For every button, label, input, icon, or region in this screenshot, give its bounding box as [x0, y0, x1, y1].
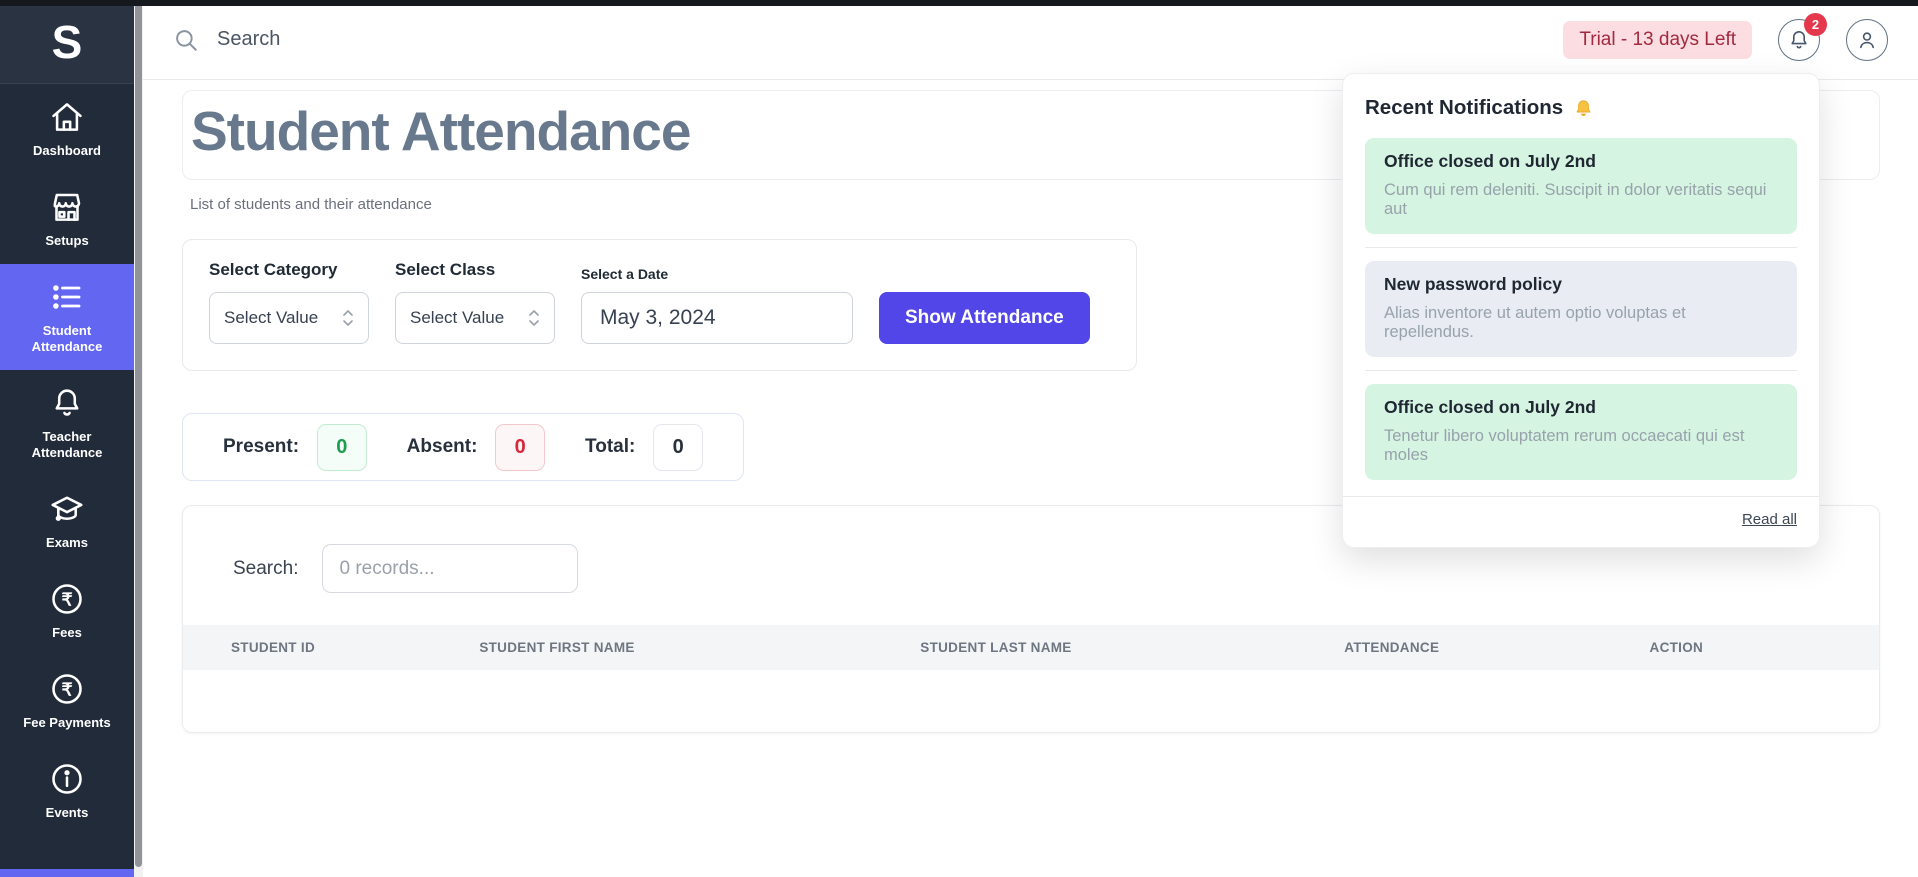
divider — [1365, 247, 1797, 248]
gold-bell-icon — [1576, 99, 1591, 116]
sidebar: S Dashboard Setups Student Attendance Te… — [0, 0, 134, 877]
present-count: 0 — [317, 423, 367, 471]
notifications-dropdown: Recent Notifications Office closed on Ju… — [1342, 73, 1820, 548]
category-select-value: Select Value — [224, 308, 319, 327]
topbar: Trial - 13 days Left 2 — [143, 0, 1918, 80]
rupee-circle-icon: ₹ — [49, 581, 85, 617]
notification-title: Office closed on July 2nd — [1384, 397, 1596, 417]
date-filter-group: Select a Date — [581, 266, 853, 344]
attendance-stats-card: Present: 0 Absent: 0 Total: 0 — [182, 413, 744, 481]
trial-badge: Trial - 13 days Left — [1563, 20, 1752, 59]
table-empty-body — [183, 670, 1879, 732]
sidebar-nav: Dashboard Setups Student Attendance Teac… — [0, 84, 134, 869]
show-attendance-button[interactable]: Show Attendance — [879, 292, 1090, 344]
profile-button[interactable] — [1846, 18, 1888, 61]
chevron-up-down-icon — [343, 310, 353, 326]
sidebar-scrollbar-thumb[interactable] — [135, 5, 142, 867]
total-count: 0 — [653, 423, 703, 471]
column-first-name[interactable]: Student First Name — [471, 625, 912, 670]
person-icon — [1860, 31, 1874, 48]
svg-text:₹: ₹ — [62, 589, 73, 609]
date-input[interactable] — [581, 292, 853, 344]
divider — [1365, 370, 1797, 371]
sidebar-item-dashboard[interactable]: Dashboard — [0, 84, 134, 174]
column-last-name[interactable]: Student Last Name — [912, 625, 1336, 670]
store-icon — [49, 189, 85, 225]
column-student-id[interactable]: Student ID — [183, 625, 471, 670]
table-header-row: Student ID Student First Name Student La… — [183, 625, 1879, 670]
app-logo[interactable]: S — [0, 0, 134, 84]
chevron-up-down-icon — [529, 310, 539, 326]
category-filter-group: Select Category Select Value — [209, 260, 369, 344]
present-label: Present: — [223, 436, 300, 457]
sidebar-item-label: Dashboard — [33, 143, 101, 158]
notification-item[interactable]: Office closed on July 2nd Tenetur libero… — [1365, 384, 1797, 480]
sidebar-item-setups[interactable]: Setups — [0, 174, 134, 264]
column-action[interactable]: Action — [1642, 625, 1879, 670]
notification-description: Alias inventore ut autem optio voluptas … — [1384, 304, 1686, 341]
svg-text:₹: ₹ — [62, 679, 73, 699]
info-circle-icon — [49, 761, 85, 797]
sidebar-item-label: Teacher Attendance — [31, 429, 103, 460]
notification-description: Cum qui rem deleniti. Suscipit in dolor … — [1384, 181, 1767, 218]
sidebar-item-student-attendance[interactable]: Student Attendance — [0, 264, 134, 370]
absent-count: 0 — [495, 423, 546, 471]
sidebar-item-label: Events — [45, 805, 89, 820]
attendance-table: Student ID Student First Name Student La… — [183, 625, 1879, 670]
class-select[interactable]: Select Value — [395, 292, 555, 344]
total-label: Total: — [585, 436, 636, 457]
table-header: Student ID Student First Name Student La… — [183, 625, 1879, 670]
table-search-label: Search: — [233, 557, 299, 579]
graduation-cap-icon — [49, 491, 85, 527]
list-icon — [49, 279, 85, 315]
sidebar-next-item-edge — [0, 869, 134, 877]
notifications-header: Recent Notifications — [1365, 96, 1797, 120]
window-top-edge — [0, 0, 1918, 6]
notification-item[interactable]: New password policy Alias inventore ut a… — [1365, 261, 1797, 357]
bell-icon — [49, 385, 85, 421]
table-search-input[interactable] — [322, 544, 579, 593]
filter-card: Select Category Select Value Select Clas… — [182, 239, 1137, 371]
search-icon — [173, 27, 199, 53]
sidebar-item-label: Exams — [46, 535, 88, 550]
absent-label: Absent: — [406, 436, 478, 457]
app-logo-letter: S — [51, 15, 83, 68]
sidebar-item-events[interactable]: Events — [0, 746, 134, 836]
sidebar-item-fee-payments[interactable]: ₹ Fee Payments — [0, 656, 134, 746]
notification-item[interactable]: Office closed on July 2nd Cum qui rem de… — [1365, 138, 1797, 234]
category-label: Select Category — [209, 260, 338, 279]
sidebar-item-label: Student Attendance — [31, 323, 103, 354]
sidebar-item-label: Fees — [52, 625, 82, 640]
sidebar-item-label: Setups — [45, 233, 89, 248]
category-select[interactable]: Select Value — [209, 292, 369, 344]
notification-count-badge: 2 — [1804, 12, 1827, 36]
notifications-footer: Read all — [1343, 496, 1819, 529]
date-label: Select a Date — [581, 266, 669, 282]
sidebar-item-exams[interactable]: Exams — [0, 476, 134, 566]
class-filter-group: Select Class Select Value — [395, 260, 555, 344]
topbar-right: Trial - 13 days Left 2 — [1563, 12, 1888, 61]
notifications-title: Recent Notifications — [1365, 96, 1564, 119]
sidebar-item-teacher-attendance[interactable]: Teacher Attendance — [0, 370, 134, 476]
column-attendance[interactable]: Attendance — [1336, 625, 1641, 670]
home-icon — [49, 99, 85, 135]
class-label: Select Class — [395, 260, 496, 279]
global-search — [173, 27, 1563, 53]
notification-title: Office closed on July 2nd — [1384, 151, 1596, 171]
class-select-value: Select Value — [410, 308, 505, 327]
notifications-button[interactable]: 2 — [1778, 12, 1827, 61]
read-all-link[interactable]: Read all — [1742, 511, 1797, 528]
table-search-row: Search: — [183, 544, 1879, 593]
sidebar-item-fees[interactable]: ₹ Fees — [0, 566, 134, 656]
search-input[interactable] — [217, 28, 717, 51]
notification-title: New password policy — [1384, 274, 1562, 294]
sidebar-scrollbar[interactable] — [134, 0, 143, 877]
rupee-circle-icon: ₹ — [49, 671, 85, 707]
notification-description: Tenetur libero voluptatem rerum occaecat… — [1384, 427, 1745, 464]
sidebar-item-label: Fee Payments — [23, 715, 111, 730]
